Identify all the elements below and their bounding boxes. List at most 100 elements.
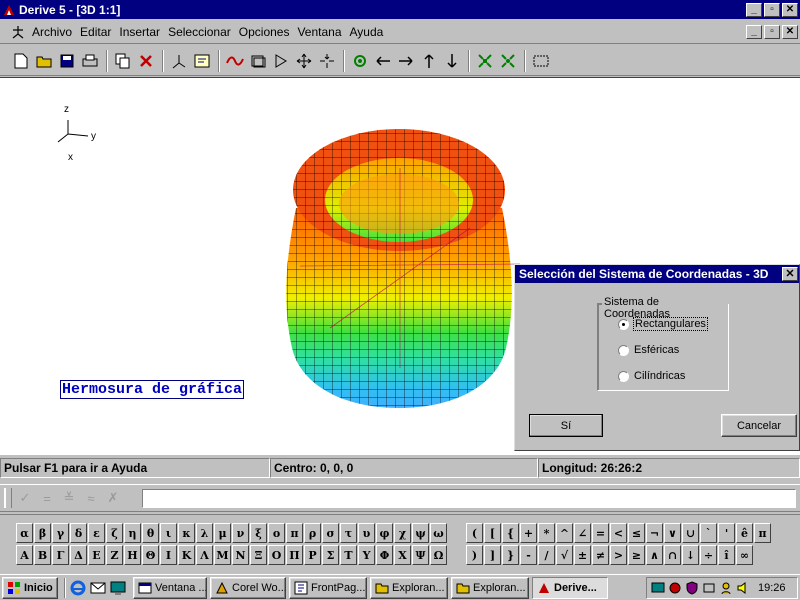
copy-icon[interactable] bbox=[112, 50, 134, 72]
symbol-key[interactable]: ± bbox=[574, 545, 591, 565]
symbol-key[interactable]: ) bbox=[466, 545, 483, 565]
restore-button[interactable]: ▫ bbox=[764, 2, 780, 17]
greek-key[interactable]: Λ bbox=[196, 545, 213, 565]
cancel-button[interactable]: Cancelar bbox=[721, 414, 797, 437]
greek-key[interactable]: Χ bbox=[394, 545, 411, 565]
symbol-key[interactable]: + bbox=[520, 523, 537, 543]
task-derive[interactable]: Derive... bbox=[532, 576, 608, 599]
radio-esfericas[interactable]: Esféricas bbox=[618, 344, 679, 356]
greek-key[interactable]: Β bbox=[34, 545, 51, 565]
tray-antivirus-icon[interactable] bbox=[685, 581, 699, 595]
greek-key[interactable]: Κ bbox=[178, 545, 195, 565]
right-arrow-icon[interactable] bbox=[395, 50, 417, 72]
greek-key[interactable]: ν bbox=[232, 523, 249, 543]
greek-key[interactable]: α bbox=[16, 523, 33, 543]
ok-button[interactable]: Sí bbox=[529, 414, 603, 437]
simplify-button[interactable]: = bbox=[36, 491, 58, 506]
greek-key[interactable]: Φ bbox=[376, 545, 393, 565]
symbol-key[interactable]: ] bbox=[484, 545, 501, 565]
dialog-close-button[interactable]: ✕ bbox=[782, 267, 798, 281]
center-icon[interactable] bbox=[316, 50, 338, 72]
window-icon[interactable] bbox=[247, 50, 269, 72]
greek-key[interactable]: μ bbox=[214, 523, 231, 543]
symbol-key[interactable]: ∞ bbox=[736, 545, 753, 565]
greek-key[interactable]: ω bbox=[430, 523, 447, 543]
symbol-key[interactable]: ↓ bbox=[682, 545, 699, 565]
symbol-key[interactable]: = bbox=[592, 523, 609, 543]
greek-key[interactable]: Α bbox=[16, 545, 33, 565]
greek-key[interactable]: π bbox=[286, 523, 303, 543]
symbol-key[interactable]: { bbox=[502, 523, 519, 543]
radio-dot[interactable] bbox=[618, 318, 629, 330]
greek-key[interactable]: η bbox=[124, 523, 141, 543]
greek-key[interactable]: γ bbox=[52, 523, 69, 543]
tray-scheduler-icon[interactable] bbox=[668, 581, 682, 595]
zoom-out-icon[interactable] bbox=[497, 50, 519, 72]
greek-key[interactable]: Ω bbox=[430, 545, 447, 565]
symbol-key[interactable]: ( bbox=[466, 523, 483, 543]
symbol-key[interactable]: ≤ bbox=[628, 523, 645, 543]
zoom-in-icon[interactable] bbox=[474, 50, 496, 72]
open-folder-icon[interactable] bbox=[33, 50, 55, 72]
greek-key[interactable]: Η bbox=[124, 545, 141, 565]
start-button[interactable]: Inicio bbox=[2, 576, 58, 599]
task-ventana[interactable]: Ventana ... bbox=[133, 576, 207, 599]
symbol-key[interactable]: ∨ bbox=[664, 523, 681, 543]
radio-dot[interactable] bbox=[618, 370, 629, 382]
tray-display-icon[interactable] bbox=[651, 581, 665, 595]
symbol-key[interactable]: ≠ bbox=[592, 545, 609, 565]
minimize-button[interactable]: _ bbox=[746, 2, 762, 17]
menu-editar[interactable]: Editar bbox=[76, 25, 115, 39]
greek-key[interactable]: Π bbox=[286, 545, 303, 565]
symbol-key[interactable]: ¬ bbox=[646, 523, 663, 543]
grip-handle[interactable] bbox=[4, 488, 12, 508]
tray-network-icon[interactable] bbox=[702, 581, 716, 595]
symbol-key[interactable]: / bbox=[538, 545, 555, 565]
solve-button[interactable]: ≚ bbox=[58, 490, 80, 506]
menu-archivo[interactable]: Archivo bbox=[28, 25, 76, 39]
symbol-key[interactable]: π bbox=[754, 523, 771, 543]
greek-key[interactable]: Ο bbox=[268, 545, 285, 565]
greek-key[interactable]: Ε bbox=[88, 545, 105, 565]
greek-key[interactable]: Ν bbox=[232, 545, 249, 565]
greek-key[interactable]: σ bbox=[322, 523, 339, 543]
menu-ayuda[interactable]: Ayuda bbox=[346, 25, 388, 39]
greek-key[interactable]: ο bbox=[268, 523, 285, 543]
menu-seleccionar[interactable]: Seleccionar bbox=[164, 25, 235, 39]
greek-key[interactable]: Θ bbox=[142, 545, 159, 565]
new-file-icon[interactable] bbox=[10, 50, 32, 72]
greek-key[interactable]: ζ bbox=[106, 523, 123, 543]
print-icon[interactable] bbox=[79, 50, 101, 72]
symbol-key[interactable]: √ bbox=[556, 545, 573, 565]
greek-key[interactable]: Υ bbox=[358, 545, 375, 565]
symbol-key[interactable]: < bbox=[610, 523, 627, 543]
symbol-key[interactable]: ≥ bbox=[628, 545, 645, 565]
radio-rectangulares[interactable]: Rectangulares bbox=[618, 317, 708, 331]
enter-button[interactable]: ✓ bbox=[14, 490, 36, 506]
greek-key[interactable]: Μ bbox=[214, 545, 231, 565]
greek-key[interactable]: τ bbox=[340, 523, 357, 543]
greek-key[interactable]: υ bbox=[358, 523, 375, 543]
greek-key[interactable]: ρ bbox=[304, 523, 321, 543]
greek-key[interactable]: ξ bbox=[250, 523, 267, 543]
symbol-key[interactable]: ∠ bbox=[574, 523, 591, 543]
symbol-key[interactable]: > bbox=[610, 545, 627, 565]
task-explorer-1[interactable]: Exploran... bbox=[370, 576, 448, 599]
symbol-key[interactable]: } bbox=[502, 545, 519, 565]
plot-icon[interactable] bbox=[224, 50, 246, 72]
tray-agent-icon[interactable] bbox=[719, 581, 733, 595]
greek-key[interactable]: β bbox=[34, 523, 51, 543]
symbol-key[interactable]: ' bbox=[718, 523, 735, 543]
greek-key[interactable]: κ bbox=[178, 523, 195, 543]
close-button[interactable]: ✕ bbox=[782, 2, 798, 17]
symbol-key[interactable]: ∧ bbox=[646, 545, 663, 565]
greek-key[interactable]: ε bbox=[88, 523, 105, 543]
greek-key[interactable]: δ bbox=[70, 523, 87, 543]
symbol-key[interactable]: ∩ bbox=[664, 545, 681, 565]
greek-key[interactable]: Δ bbox=[70, 545, 87, 565]
cancel-entry-button[interactable]: ✗ bbox=[102, 490, 124, 506]
plot-annotation[interactable]: Hermosura de gráfica bbox=[60, 380, 245, 399]
greek-key[interactable]: ι bbox=[160, 523, 177, 543]
greek-key[interactable]: λ bbox=[196, 523, 213, 543]
up-arrow-icon[interactable] bbox=[418, 50, 440, 72]
